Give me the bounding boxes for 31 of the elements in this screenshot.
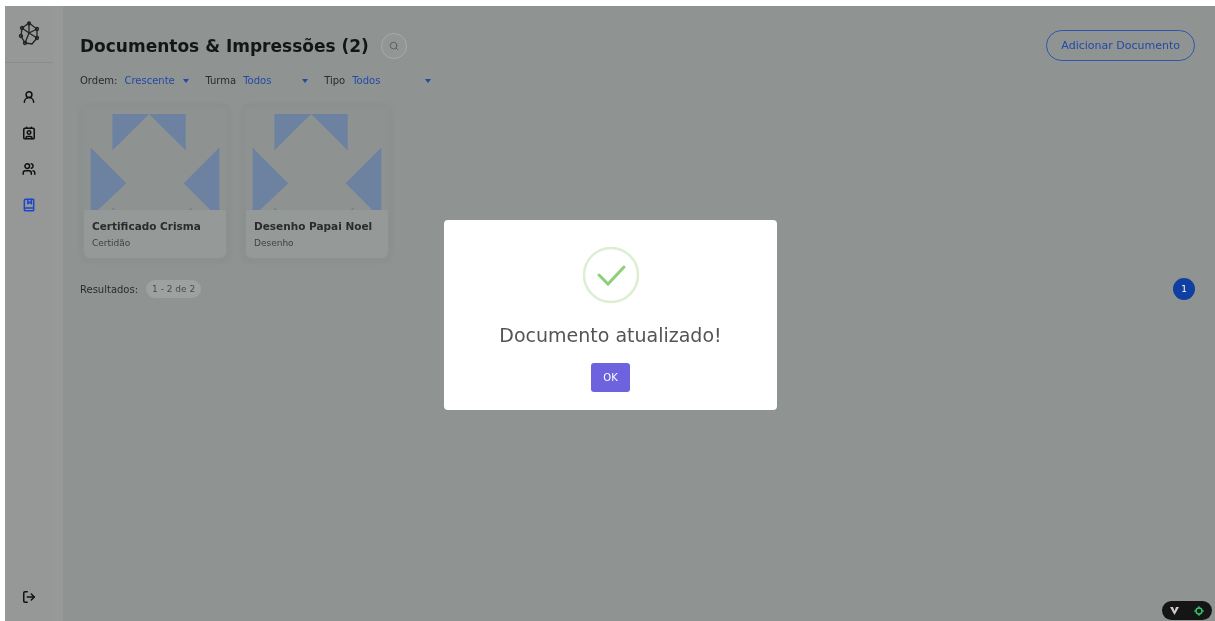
document-card[interactable]: Certificado Crisma Certidão: [80, 104, 230, 262]
chevron-icon: [1169, 606, 1179, 615]
logo-icon: [18, 21, 40, 47]
card-title: Certificado Crisma: [92, 220, 202, 232]
caret-icon: [425, 78, 432, 83]
results-label: Resultados:: [80, 283, 139, 295]
card-subtitle: Certidão: [92, 238, 132, 248]
filter-label: Ordem:: [80, 75, 118, 86]
ok-button[interactable]: OK: [591, 363, 630, 392]
caret-icon: [302, 78, 309, 83]
page-button[interactable]: 1: [1173, 278, 1195, 300]
card-title: Desenho Papai Noel: [254, 220, 374, 232]
person-icon: [22, 90, 36, 104]
page-title: Documentos & Impressões (2): [80, 35, 369, 56]
filter-label: Tipo: [324, 75, 346, 86]
filter-dropdown[interactable]: Crescente: [124, 75, 177, 86]
caret-icon: [183, 78, 190, 83]
filter-dropdown[interactable]: Todos: [352, 75, 419, 86]
logout-icon: [22, 590, 36, 604]
results-count: 1 - 2 de 2: [146, 280, 202, 298]
checkmark-icon: [581, 246, 640, 304]
target-icon: [1194, 605, 1205, 616]
book-icon: [22, 198, 36, 212]
document-card[interactable]: Desenho Papai Noel Desenho: [242, 104, 392, 262]
users-icon: [22, 162, 36, 176]
search-icon: [388, 40, 399, 51]
filter-dropdown[interactable]: Todos: [243, 75, 296, 86]
filter-label: Turma: [205, 75, 237, 86]
dialog-message: Documento atualizado!: [499, 324, 722, 346]
contact-icon: [22, 126, 36, 140]
card-subtitle: Desenho: [254, 238, 295, 248]
